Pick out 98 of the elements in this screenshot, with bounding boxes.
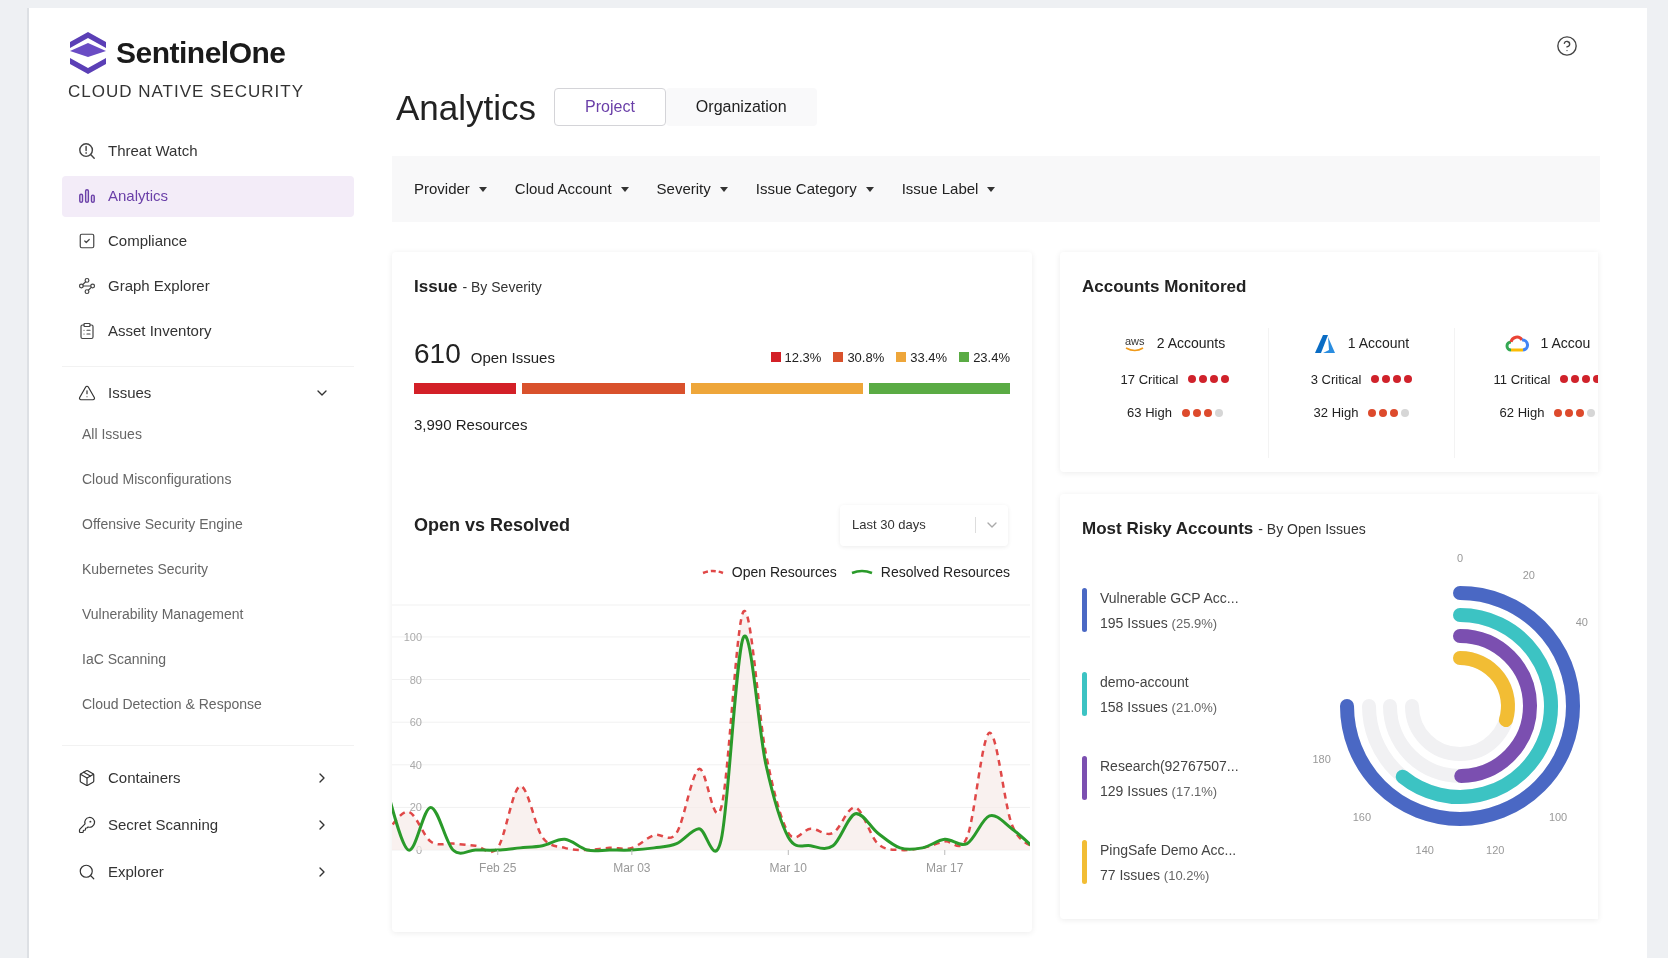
card-subtitle: - By Severity — [462, 278, 542, 297]
axis-label: Feb 25 — [479, 860, 517, 875]
help-icon[interactable] — [1556, 35, 1578, 57]
nav-item[interactable]: Analytics — [62, 175, 354, 217]
warning-icon — [78, 384, 96, 402]
resources-count: 3,990 Resources — [414, 415, 529, 435]
card-subtitle: - By Open Issues — [1258, 520, 1366, 539]
search-icon — [78, 863, 96, 881]
dashed-legend-icon — [701, 569, 724, 575]
nav-group[interactable]: Issues — [62, 372, 354, 414]
account-count: 1 Account — [1347, 334, 1410, 353]
solid-legend-icon — [850, 569, 873, 575]
account-issues: 195 Issues (25.9%) — [1100, 613, 1219, 633]
nav-item[interactable]: Asset Inventory — [62, 310, 354, 352]
brand-tagline: CLOUD NATIVE SECURITY — [67, 81, 306, 103]
scale-label: 140 — [1415, 843, 1434, 856]
legend-label: 23.4% — [973, 348, 1010, 367]
filter-dropdown[interactable]: Provider — [414, 177, 487, 201]
nav-subitem[interactable]: All Issues — [62, 413, 354, 455]
caret-icon — [987, 186, 996, 192]
legend-label: 30.8% — [847, 348, 885, 367]
scale-label: 180 — [1312, 752, 1331, 765]
filter-dropdown[interactable]: Issue Label — [901, 177, 996, 201]
hexagon-logo-icon — [68, 30, 108, 75]
critical-count: 17 Critical — [1120, 370, 1179, 389]
azure-logo-icon — [1313, 334, 1336, 353]
legend-label: 33.4% — [910, 348, 948, 367]
nav-subitem[interactable]: IaC Scanning — [62, 638, 354, 680]
account-count: 1 Accou — [1540, 334, 1591, 353]
critical-count: 3 Critical — [1310, 370, 1362, 389]
axis-label: Mar 17 — [926, 860, 964, 875]
nav-subitem[interactable]: Vulnerability Management — [62, 593, 354, 635]
key-icon — [78, 816, 96, 834]
account-name: PingSafe Demo Acc... — [1100, 840, 1237, 860]
axis-label: 20 — [409, 800, 422, 813]
card-title: Most Risky Accounts — [1082, 518, 1254, 540]
nav-item[interactable]: Compliance — [62, 220, 354, 262]
account-issues: 158 Issues (21.0%) — [1100, 697, 1218, 717]
scale-label: 40 — [1575, 615, 1588, 628]
axis-label: Mar 10 — [769, 860, 807, 875]
high-count: 62 High — [1499, 404, 1545, 422]
nav-group[interactable]: Explorer — [62, 851, 354, 893]
account-count: 2 Accounts — [1156, 334, 1226, 353]
count-label: Open Issues — [470, 347, 555, 368]
axis-label: 60 — [409, 715, 422, 728]
tab[interactable]: Project — [554, 88, 666, 126]
scale-label: 20 — [1522, 568, 1535, 581]
high-count: 32 High — [1313, 404, 1359, 422]
axis-label: 100 — [403, 630, 422, 643]
axis-label: 80 — [409, 673, 422, 686]
high-count: 63 High — [1127, 404, 1172, 422]
account-name: Vulnerable GCP Acc... — [1100, 588, 1239, 608]
nav-subitem[interactable]: Cloud Detection & Response — [62, 683, 354, 725]
card-title: Accounts Monitored — [1082, 276, 1248, 298]
nav-subitem[interactable]: Kubernetes Security — [62, 548, 354, 590]
card-title: Issue — [414, 276, 458, 298]
critical-count: 11 Critical — [1493, 370, 1551, 389]
scale-label: 100 — [1548, 810, 1568, 823]
page-title: Analytics — [396, 89, 537, 125]
tab[interactable]: Organization — [665, 88, 817, 126]
filter-dropdown[interactable]: Issue Category — [755, 177, 874, 201]
caret-icon — [865, 186, 874, 192]
axis-label: 40 — [409, 758, 422, 771]
axis-label: Mar 03 — [613, 860, 651, 875]
axis-label: 0 — [415, 843, 422, 856]
account-name: demo-account — [1100, 672, 1190, 692]
nav-subitem[interactable]: Cloud Misconfigurations — [62, 458, 354, 500]
nav-subitem[interactable]: Offensive Security Engine — [62, 503, 354, 545]
list-icon — [78, 322, 96, 340]
filter-dropdown[interactable]: Severity — [656, 177, 728, 201]
nav-item[interactable]: Graph Explorer — [62, 265, 354, 307]
caret-icon — [620, 186, 629, 192]
nav-group[interactable]: Secret Scanning — [62, 804, 354, 846]
caret-icon — [719, 186, 728, 192]
brand-name: SentinelOne — [116, 35, 286, 71]
account-name: Research(92767507... — [1100, 756, 1239, 776]
chart-title: Open vs Resolved — [414, 513, 571, 537]
caret-icon — [478, 186, 487, 192]
aws-logo: aws — [1124, 335, 1145, 352]
issue-count: 610 — [414, 339, 461, 368]
account-issues: 129 Issues (17.1%) — [1100, 781, 1219, 801]
bar-chart-icon — [78, 187, 96, 205]
filter-dropdown[interactable]: Cloud Account — [514, 177, 629, 201]
box-icon — [78, 769, 96, 787]
checkbox-icon — [78, 232, 96, 250]
legend-label: Open Resources — [731, 562, 837, 582]
scale-label: 160 — [1352, 810, 1372, 823]
legend-label: Resolved Resources — [880, 562, 1010, 582]
cloud-logo-icon — [1504, 334, 1529, 353]
account-issues: 77 Issues (10.2%) — [1100, 865, 1211, 885]
graph-nodes-icon — [78, 277, 96, 295]
legend-label: 12.3% — [784, 348, 822, 367]
nav-group[interactable]: Containers — [62, 757, 354, 799]
scale-label: 0 — [1456, 551, 1464, 564]
scale-label: 120 — [1486, 843, 1505, 856]
range-dropdown[interactable]: Last 30 days — [840, 504, 1008, 546]
alert-search-icon — [78, 142, 96, 160]
nav-item[interactable]: Threat Watch — [62, 130, 354, 172]
